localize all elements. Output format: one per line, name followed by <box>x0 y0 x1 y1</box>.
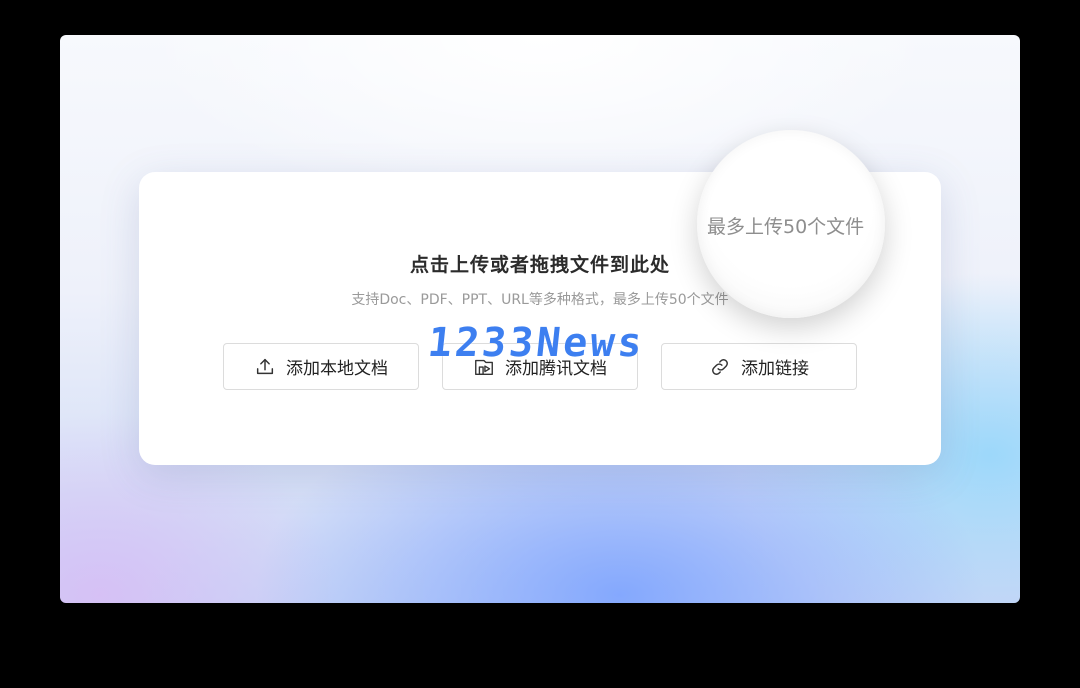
link-icon <box>712 358 728 375</box>
add-local-document-label: 添加本地文档 <box>286 359 388 379</box>
upload-icon <box>256 358 274 374</box>
magnifier-callout: 最多上传50个文件 <box>697 130 885 318</box>
add-local-document-button[interactable]: 添加本地文档 <box>223 343 419 390</box>
add-link-button[interactable]: 添加链接 <box>661 343 857 390</box>
watermark: 1233News <box>425 320 648 366</box>
add-link-label: 添加链接 <box>741 359 809 379</box>
magnifier-text: 最多上传50个文件 <box>707 216 865 238</box>
